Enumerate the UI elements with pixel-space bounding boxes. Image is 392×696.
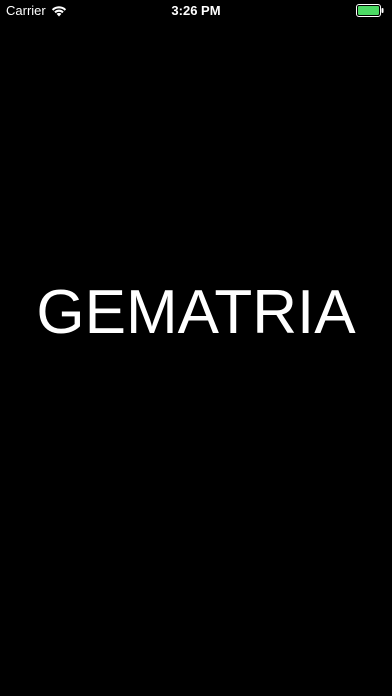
title-container: GEMATRIA — [0, 270, 392, 356]
status-time: 3:26 PM — [171, 3, 221, 18]
splash-screen: Carrier 3:26 PM GEMATRIA — [0, 0, 392, 696]
status-right — [356, 4, 384, 17]
app-title: GEMATRIA — [36, 278, 356, 347]
battery-icon — [356, 4, 384, 17]
status-bar: Carrier 3:26 PM — [0, 0, 392, 22]
